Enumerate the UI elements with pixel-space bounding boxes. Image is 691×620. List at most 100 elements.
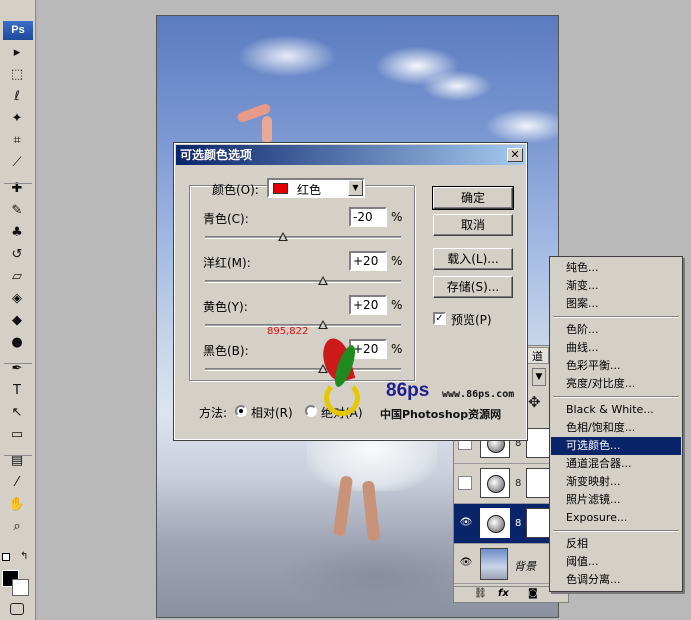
- dodge-tool-icon[interactable]: ●: [6, 334, 28, 352]
- slider-thumb[interactable]: [317, 276, 328, 285]
- eye-icon[interactable]: 👁: [459, 517, 473, 529]
- relative-radio[interactable]: [235, 405, 247, 417]
- preview-label: 预览(P): [451, 313, 492, 327]
- lasso-tool-icon[interactable]: ℓ: [6, 88, 28, 106]
- toolbox-divider: [4, 455, 32, 456]
- crop-tool-icon[interactable]: ⌗: [6, 132, 28, 150]
- blur-tool-icon[interactable]: ◆: [6, 312, 28, 330]
- site-watermark: 86ps www.86ps.com 中国Photoshop资源网: [318, 330, 528, 430]
- menu-separator: [553, 396, 679, 398]
- color-label: 颜色(O):: [212, 183, 259, 197]
- menu-item[interactable]: Black & White...: [551, 401, 681, 419]
- marquee-tool-icon[interactable]: ⬚: [6, 66, 28, 84]
- coordinate-readout: 895,822: [267, 326, 309, 337]
- paint-bucket-tool-icon[interactable]: ◈: [6, 290, 28, 308]
- color-select[interactable]: 红色 ▼: [267, 178, 365, 198]
- move-tool-icon[interactable]: ▸: [6, 44, 28, 62]
- clone-stamp-tool-icon[interactable]: ♣: [6, 224, 28, 242]
- menu-item[interactable]: 色调分离...: [551, 571, 681, 589]
- background-thumbnail[interactable]: [480, 548, 508, 580]
- adjustment-thumbnail[interactable]: [480, 468, 510, 498]
- dialog-title: 可选颜色选项: [180, 148, 253, 162]
- hand-tool-icon[interactable]: ✋: [6, 496, 28, 514]
- slider-value-field[interactable]: +20: [349, 295, 387, 315]
- menu-item[interactable]: 色阶...: [551, 321, 681, 339]
- slider-track[interactable]: [205, 276, 401, 285]
- panel-tab-channels[interactable]: 道: [526, 347, 549, 364]
- menu-item[interactable]: 纯色...: [551, 259, 681, 277]
- quick-mask-icon[interactable]: [10, 603, 24, 615]
- percent-unit: %: [391, 298, 403, 312]
- color-select-value: 红色: [297, 183, 322, 197]
- dialog-title-bar[interactable]: 可选颜色选项 ✕: [176, 145, 525, 165]
- layers-scroll-arrow[interactable]: ▼: [532, 368, 546, 386]
- slider-value-field[interactable]: +20: [349, 251, 387, 271]
- watermark-brand: 86ps: [386, 380, 430, 401]
- ok-button[interactable]: 确定: [432, 186, 514, 210]
- move-icon: ✥: [528, 393, 541, 411]
- menu-item[interactable]: 亮度/对比度...: [551, 375, 681, 393]
- photo-arm: [262, 116, 272, 144]
- path-selection-tool-icon[interactable]: ↖: [6, 404, 28, 422]
- cancel-button[interactable]: 取消: [433, 214, 513, 236]
- slider-label: 黑色(B):: [203, 344, 249, 358]
- relative-label: 相对(R): [251, 406, 293, 420]
- load-button[interactable]: 载入(L)...: [433, 248, 513, 270]
- link-icon: 8: [515, 518, 522, 529]
- visibility-toggle[interactable]: [458, 476, 472, 490]
- menu-separator: [553, 316, 679, 318]
- slider-value-field[interactable]: -20: [349, 207, 387, 227]
- eraser-tool-icon[interactable]: ▱: [6, 268, 28, 286]
- menu-item[interactable]: 图案...: [551, 295, 681, 313]
- slider-track[interactable]: [205, 232, 401, 241]
- percent-unit: %: [391, 254, 403, 268]
- chevron-down-icon[interactable]: ▼: [348, 180, 363, 196]
- slider-label: 洋红(M):: [203, 256, 251, 270]
- add-mask-icon[interactable]: ◙: [528, 588, 538, 599]
- layer-style-button[interactable]: fx: [498, 588, 509, 599]
- menu-item[interactable]: 阈值...: [551, 553, 681, 571]
- shape-tool-icon[interactable]: ▭: [6, 426, 28, 444]
- link-layers-icon[interactable]: ⛓: [474, 588, 487, 599]
- background-color[interactable]: [12, 579, 29, 596]
- photoshop-logo: Ps: [3, 21, 33, 40]
- history-brush-tool-icon[interactable]: ↺: [6, 246, 28, 264]
- brush-tool-icon[interactable]: ✎: [6, 202, 28, 220]
- default-colors-icon[interactable]: [2, 553, 10, 561]
- watermark-url: www.86ps.com: [442, 389, 515, 400]
- color-swatch: [273, 183, 288, 194]
- close-button[interactable]: ✕: [507, 148, 523, 162]
- toolbox-divider: [4, 183, 32, 184]
- menu-item[interactable]: 照片滤镜...: [551, 491, 681, 509]
- slider-thumb[interactable]: [317, 320, 328, 329]
- menu-item[interactable]: Exposure...: [551, 509, 681, 527]
- adjustment-layer-menu: 纯色... 渐变... 图案... 色阶... 曲线... 色彩平衡... 亮度/对比度..…: [549, 256, 683, 592]
- menu-separator: [553, 530, 679, 532]
- absolute-radio[interactable]: [305, 405, 317, 417]
- eyedropper-tool-icon[interactable]: ⁄: [6, 474, 28, 492]
- menu-item[interactable]: 渐变映射...: [551, 473, 681, 491]
- zoom-tool-icon[interactable]: ⌕: [6, 518, 28, 536]
- preview-checkbox[interactable]: ✓: [433, 312, 446, 325]
- slider-label: 青色(C):: [203, 212, 249, 226]
- toolbox-divider: [4, 363, 32, 364]
- save-button[interactable]: 存储(S)...: [433, 276, 513, 298]
- slider-label: 黄色(Y):: [203, 300, 248, 314]
- type-tool-icon[interactable]: T: [6, 382, 28, 400]
- magic-wand-tool-icon[interactable]: ✦: [6, 110, 28, 128]
- slider-thumb[interactable]: [278, 232, 289, 241]
- menu-item[interactable]: 色彩平衡...: [551, 357, 681, 375]
- menu-item[interactable]: 通道混合器...: [551, 455, 681, 473]
- menu-item-selected[interactable]: 可选颜色...: [551, 437, 681, 455]
- percent-unit: %: [391, 210, 403, 224]
- menu-item[interactable]: 色相/饱和度...: [551, 419, 681, 437]
- adjustment-thumbnail[interactable]: [480, 508, 510, 538]
- menu-item[interactable]: 反相: [551, 535, 681, 553]
- menu-item[interactable]: 曲线...: [551, 339, 681, 357]
- swap-colors-icon[interactable]: ↰: [20, 551, 28, 562]
- toolbox: Ps ▸ ⬚ ℓ ✦ ⌗ ⟋ ✚ ✎ ♣ ↺ ▱ ◈ ◆ ● ✒ T ↖ ▭ ▤ ⁄ ✋ ⌕ ↰: [0, 0, 36, 620]
- menu-item[interactable]: 渐变...: [551, 277, 681, 295]
- slice-tool-icon[interactable]: ⟋: [6, 154, 28, 172]
- link-icon: 8: [515, 478, 522, 489]
- eye-icon[interactable]: 👁: [459, 557, 473, 569]
